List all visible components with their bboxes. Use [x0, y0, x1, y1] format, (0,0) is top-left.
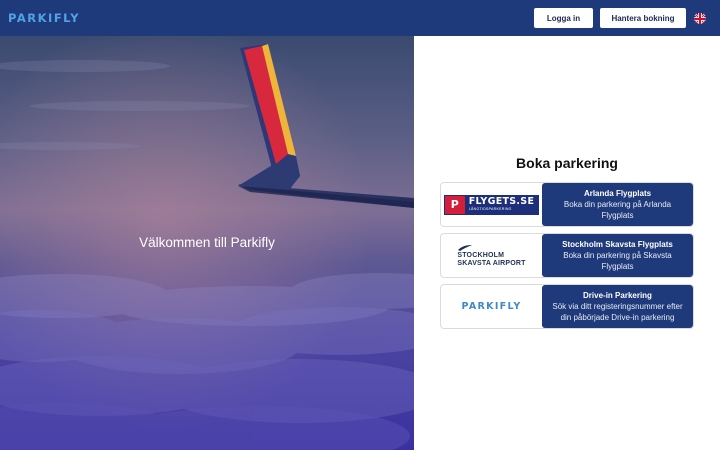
- booking-card-description: Boka din parkering på Arlanda Flygplats: [563, 199, 672, 221]
- booking-card-info[interactable]: Drive-in Parkering Sök via ditt register…: [542, 285, 693, 328]
- parkifly-logo[interactable]: PARKIFLY: [8, 11, 80, 25]
- booking-section-title: Boka parkering: [516, 155, 618, 171]
- hero-image: Välkommen till Parkifly: [0, 36, 414, 450]
- parkifly-card-logo: PARKIFLY: [461, 301, 522, 312]
- booking-card-info[interactable]: Stockholm Skavsta Flygplats Boka din par…: [542, 234, 693, 277]
- uk-flag-icon[interactable]: [694, 12, 706, 24]
- booking-card-title: Drive-in Parkering: [583, 290, 652, 300]
- manage-booking-button[interactable]: Hantera bokning: [600, 8, 686, 28]
- airplane-icon: [458, 244, 473, 251]
- booking-card-description: Boka din parkering på Skavsta Flygplats: [563, 250, 672, 272]
- booking-card-title: Arlanda Flygplats: [583, 188, 652, 198]
- booking-card-description: Sök via ditt registeringsnummer efter di…: [552, 301, 683, 323]
- booking-card-drive-in[interactable]: PARKIFLY Drive-in Parkering Sök via ditt…: [440, 284, 694, 329]
- login-button[interactable]: Logga in: [534, 8, 593, 28]
- hero-welcome-title: Välkommen till Parkifly: [139, 235, 275, 250]
- booking-card-skavsta[interactable]: STOCKHOLM SKAVSTA AIRPORT Stockholm Skav…: [440, 233, 694, 278]
- booking-card-info[interactable]: Arlanda Flygplats Boka din parkering på …: [542, 183, 693, 226]
- top-navigation-bar: PARKIFLY Logga in Hantera bokning: [0, 0, 720, 36]
- booking-card-title: Stockholm Skavsta Flygplats: [562, 239, 673, 249]
- flygets-logo: P FLYGETS.SE LÅNGTIDSPARKERING: [441, 183, 542, 226]
- booking-card-arlanda[interactable]: P FLYGETS.SE LÅNGTIDSPARKERING Arlanda F…: [440, 182, 694, 227]
- skavsta-airport-logo: STOCKHOLM SKAVSTA AIRPORT: [441, 234, 542, 277]
